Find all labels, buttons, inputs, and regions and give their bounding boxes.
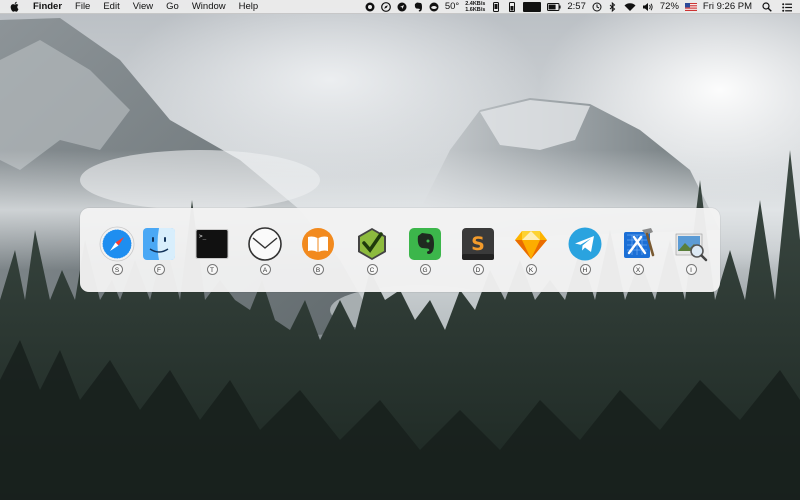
history-icon[interactable] bbox=[592, 2, 602, 12]
finder-icon bbox=[143, 228, 175, 260]
app-ibooks[interactable]: B bbox=[298, 226, 338, 286]
sketch-icon bbox=[515, 231, 547, 259]
menu-help[interactable]: Help bbox=[239, 0, 259, 14]
telegram-icon bbox=[568, 227, 602, 261]
app-preview[interactable]: I bbox=[671, 226, 711, 286]
airmail-icon bbox=[248, 227, 282, 261]
app-terminal[interactable]: >_ T bbox=[192, 226, 232, 286]
app-xcode[interactable]: X bbox=[618, 226, 658, 286]
shortcut-key-badge: D bbox=[472, 264, 484, 275]
shortcut-key-badge: K bbox=[525, 264, 537, 275]
menu-file[interactable]: File bbox=[75, 0, 90, 14]
app-sublime-text[interactable]: S D bbox=[458, 226, 498, 286]
app-airmail[interactable]: A bbox=[245, 226, 285, 286]
sublime-text-icon: S bbox=[462, 228, 494, 260]
shortcut-key-badge: S bbox=[111, 264, 123, 275]
menu-app-name[interactable]: Finder bbox=[33, 0, 62, 14]
thermo-icon[interactable] bbox=[507, 2, 517, 12]
menubar-clock[interactable]: Fri 9:26 PM bbox=[703, 0, 752, 14]
shortcut-key-badge: X bbox=[632, 264, 644, 275]
ibooks-icon bbox=[302, 228, 334, 260]
svg-text:S: S bbox=[471, 233, 485, 255]
list-icon[interactable] bbox=[782, 2, 792, 12]
cloud-icon[interactable] bbox=[429, 2, 439, 12]
shortcut-key-badge: C bbox=[366, 264, 378, 275]
terminal-prompt: >_ bbox=[199, 233, 207, 240]
net-down-speed: 1.6KB/s bbox=[465, 7, 486, 13]
shortcut-key-badge: T bbox=[206, 264, 218, 275]
compass-icon[interactable] bbox=[380, 2, 391, 12]
app-safari[interactable]: S bbox=[97, 226, 137, 286]
app-finder[interactable]: F bbox=[139, 226, 179, 286]
xcode-icon bbox=[624, 228, 655, 258]
wifi-icon[interactable] bbox=[624, 2, 636, 12]
us-flag-icon[interactable] bbox=[684, 2, 697, 12]
safari-icon bbox=[99, 226, 135, 262]
volume-icon[interactable] bbox=[642, 2, 654, 12]
phone-icon[interactable] bbox=[491, 2, 501, 12]
evernote-tray-icon[interactable] bbox=[413, 2, 423, 12]
battery-icon[interactable] bbox=[547, 2, 561, 12]
search-icon[interactable] bbox=[762, 2, 772, 12]
graph-widget[interactable] bbox=[523, 2, 542, 12]
app-evernote[interactable]: G bbox=[405, 226, 445, 286]
evernote-icon bbox=[409, 228, 441, 260]
menu-edit[interactable]: Edit bbox=[103, 0, 119, 14]
target-icon[interactable] bbox=[365, 2, 375, 12]
shortcut-key-badge: A bbox=[259, 264, 271, 275]
app-switcher-panel: S F >_ T A B C G S D K H X I bbox=[80, 208, 720, 292]
shortcut-key-badge: F bbox=[153, 264, 165, 275]
app-cuda[interactable]: C bbox=[352, 226, 392, 286]
menu-bar: Finder File Edit View Go Window Help 50°… bbox=[0, 0, 800, 14]
menu-go[interactable]: Go bbox=[166, 0, 179, 14]
cuda-icon bbox=[358, 228, 386, 260]
app-telegram[interactable]: H bbox=[565, 226, 605, 286]
bluetooth-icon[interactable] bbox=[608, 2, 618, 12]
menu-view[interactable]: View bbox=[133, 0, 153, 14]
shortcut-key-badge: I bbox=[685, 264, 697, 275]
app-sketch[interactable]: K bbox=[511, 226, 551, 286]
terminal-icon: >_ bbox=[195, 229, 229, 259]
network-speed[interactable]: 2.4KB/s 1.6KB/s bbox=[465, 1, 485, 13]
status-tray: 50° 2.4KB/s 1.6KB/s 2:57 72% Fri 9:26 PM bbox=[365, 0, 792, 14]
shortcut-key-badge: B bbox=[312, 264, 324, 275]
battery-percent[interactable]: 72% bbox=[660, 0, 679, 14]
weather-temp[interactable]: 50° bbox=[445, 0, 459, 14]
menu-window[interactable]: Window bbox=[192, 0, 226, 14]
shortcut-key-badge: G bbox=[419, 264, 431, 275]
apple-menu-icon[interactable] bbox=[10, 1, 20, 12]
location-icon[interactable] bbox=[397, 2, 407, 12]
battery-time[interactable]: 2:57 bbox=[567, 0, 586, 14]
shortcut-key-badge: H bbox=[579, 264, 591, 275]
preview-icon bbox=[675, 233, 708, 262]
